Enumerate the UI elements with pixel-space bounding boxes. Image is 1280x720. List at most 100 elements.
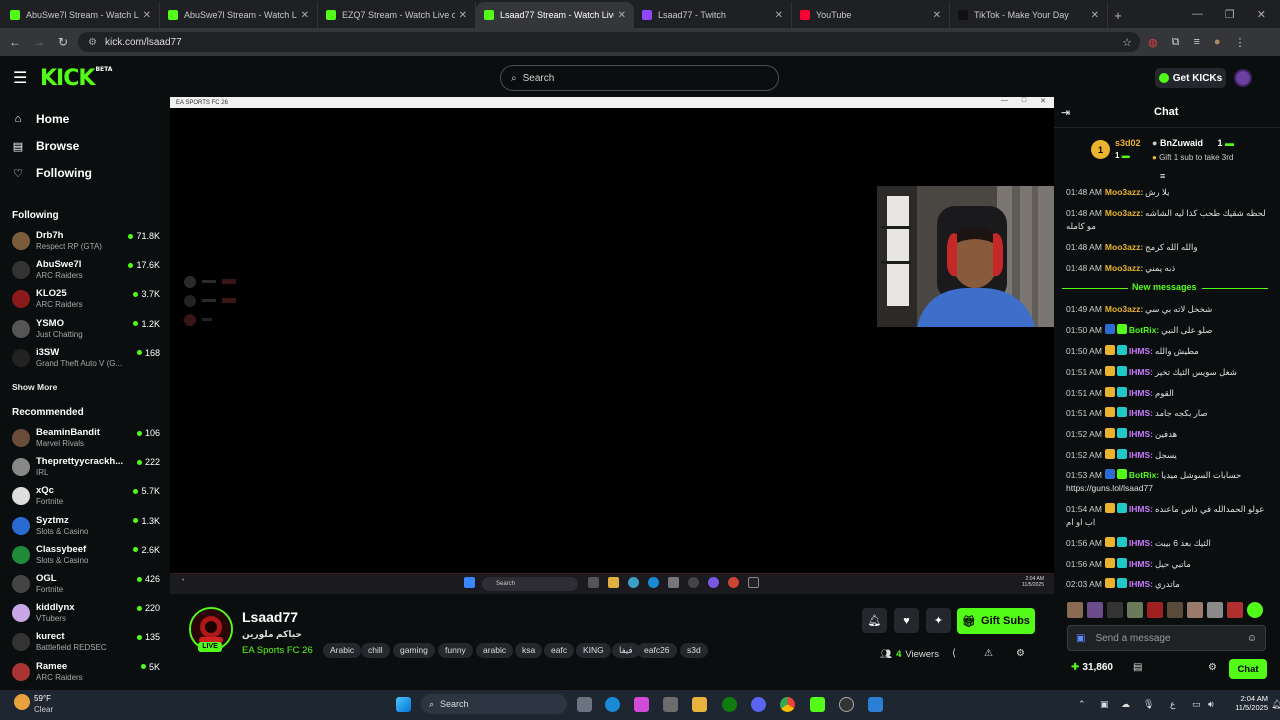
store-icon[interactable] [663, 697, 678, 712]
report-flag-icon[interactable]: ⚠ [984, 648, 993, 659]
minimize-icon[interactable]: — [1192, 8, 1203, 20]
chat-message[interactable]: 02:03 AM IHMS: ماتدري [1066, 578, 1272, 591]
sidebar-channel[interactable]: i3SW Grand Theft Auto V (G... 168 [12, 345, 160, 373]
kick-app-icon[interactable] [810, 697, 825, 712]
kicks-balance[interactable]: ✚ 31,860 [1071, 662, 1113, 673]
emote[interactable] [1227, 602, 1243, 618]
chat-message[interactable]: 01:51 AM IHMS: القوم [1066, 387, 1272, 400]
emote[interactable] [1247, 602, 1263, 618]
emoji-picker-icon[interactable]: ☺ [1247, 633, 1257, 644]
chat-username[interactable]: IHMS: [1129, 388, 1153, 398]
sidebar-channel[interactable]: Ramee ARC Raiders 5K [12, 659, 160, 687]
chrome-icon[interactable] [780, 697, 795, 712]
bookmark-star-icon[interactable]: ☆ [1122, 36, 1132, 49]
emote[interactable] [1087, 602, 1103, 618]
back-icon[interactable]: ← [3, 35, 27, 49]
new-messages-divider[interactable]: New messages [1062, 282, 1268, 294]
sidebar-channel[interactable]: Classybeef Slots & Casino 2.6K [12, 542, 160, 570]
volume-icon[interactable]: 🔊︎ [1208, 699, 1214, 710]
sidebar-channel[interactable]: YSMO Just Chatting 1.2K [12, 316, 160, 344]
chat-username[interactable]: Moo3azz: [1105, 242, 1143, 252]
sidebar-channel[interactable]: kurect Battlefield REDSEC 135 [12, 629, 160, 657]
stream-tag[interactable]: eafc26 [637, 643, 677, 658]
chat-message[interactable]: 01:48 AM Moo3azz: ذبه يمني [1066, 262, 1272, 275]
chat-message[interactable]: 01:50 AM IHMS: مطيش والله [1066, 345, 1272, 358]
taskbar-clock[interactable]: 2:04 AM 11/5/2025 [1228, 694, 1268, 712]
chat-username[interactable]: IHMS: [1129, 367, 1153, 377]
chat-username[interactable]: IHMS: [1129, 429, 1153, 439]
browser-tab[interactable]: Lsaad77 Stream - Watch Live o ✕ [476, 2, 634, 28]
emote[interactable] [1207, 602, 1223, 618]
chat-message[interactable]: 01:56 AM IHMS: ماتبي حيل [1066, 558, 1272, 571]
more-options-icon[interactable]: ⚙ [1016, 648, 1025, 659]
sidebar-channel[interactable]: Drb7h Respect RP (GTA) 71.8K [12, 228, 160, 256]
chat-username[interactable]: IHMS: [1129, 346, 1153, 356]
browser-menu-icon[interactable]: ⋮ [1235, 36, 1246, 49]
stream-tag[interactable]: ksa [515, 643, 543, 658]
chat-username[interactable]: IHMS: [1129, 538, 1153, 548]
file-explorer-icon[interactable] [692, 697, 707, 712]
stream-tag[interactable]: arabic [476, 643, 514, 658]
sidebar-channel[interactable]: Syztmz Slots & Casino 1.3K [12, 513, 160, 541]
sidebar-channel[interactable]: xQc Fortnite 5.7K [12, 483, 160, 511]
stream-tag[interactable]: Arabic [323, 643, 362, 658]
chat-username[interactable]: Moo3azz: [1105, 187, 1143, 197]
chat-message[interactable]: 01:56 AM IHMS: الثيك بعد 6 بيبت [1066, 537, 1272, 550]
browser-tab[interactable]: AbuSwe7l Stream - Watch Live ✕ [160, 2, 318, 28]
close-tab-icon[interactable]: ✕ [933, 10, 941, 21]
sidebar-nav-home[interactable]: ⌂ Home [12, 112, 70, 126]
chat-message[interactable]: 01:48 AM Moo3azz: والله الله كرمج [1066, 241, 1272, 254]
profile-avatar-icon[interactable]: ● [1214, 36, 1221, 48]
browser-tab[interactable]: Lsaad77 - Twitch ✕ [634, 2, 792, 28]
video-player[interactable] [170, 97, 1054, 594]
stream-tag[interactable]: funny [438, 643, 473, 658]
xbox-icon[interactable] [722, 697, 737, 712]
chat-username[interactable]: BotRix: [1129, 470, 1159, 480]
chat-message[interactable]: 01:54 AM IHMS: عولو الحمدالله في ذاس ماعند… [1066, 503, 1272, 529]
browser-tab[interactable]: AbuSwe7l Stream - Watch Live ✕ [2, 2, 160, 28]
forward-icon[interactable]: → [27, 35, 51, 49]
close-tab-icon[interactable]: ✕ [618, 10, 626, 21]
close-window-icon[interactable]: ✕ [1257, 8, 1266, 21]
chat-username[interactable]: Moo3azz: [1105, 263, 1143, 273]
kick-logo[interactable]: KICKBETA [40, 66, 112, 91]
chat-username[interactable]: IHMS: [1129, 504, 1153, 514]
chat-username[interactable]: IHMS: [1129, 408, 1153, 418]
chat-message[interactable]: 01:50 AM BotRix: صلو على النبي [1066, 324, 1272, 337]
obs-icon[interactable] [839, 697, 854, 712]
sidebar-channel[interactable]: kiddlynx VTubers 220 [12, 600, 160, 628]
chat-username[interactable]: IHMS: [1129, 559, 1153, 569]
shield-app-icon[interactable] [868, 697, 883, 712]
gift-cta[interactable]: ● Gift 1 sub to take 3rd [1152, 153, 1233, 162]
show-more-button[interactable]: Show More [12, 382, 57, 392]
emote[interactable] [1127, 602, 1143, 618]
taskbar-search[interactable]: ⌕ Search [421, 694, 567, 714]
address-bar[interactable]: ⚙ kick.com/lsaad77 ☆ [78, 32, 1140, 52]
get-kicks-button[interactable]: Get KICKs [1155, 68, 1226, 88]
browser-tab[interactable]: TikTok - Make Your Day ✕ [950, 2, 1108, 28]
top-gifter-1[interactable]: s3d02 [1115, 138, 1141, 148]
share-icon[interactable]: ⟨ [952, 648, 956, 659]
chat-username[interactable]: IHMS: [1129, 450, 1153, 460]
tray-app-icon[interactable]: ▣ [1100, 699, 1109, 710]
windows-start-icon[interactable] [396, 697, 411, 712]
onedrive-icon[interactable]: ☁ [1121, 699, 1130, 710]
chat-message[interactable]: 01:48 AM Moo3azz: يلا رش [1066, 186, 1272, 199]
weather-icon[interactable] [14, 694, 30, 710]
stream-tag[interactable]: chill [361, 643, 390, 658]
close-tab-icon[interactable]: ✕ [775, 10, 783, 21]
close-tab-icon[interactable]: ✕ [143, 10, 151, 21]
chat-message[interactable]: 01:48 AM Moo3azz: لحظه شقيك طحب كذا ليه ال… [1066, 207, 1272, 233]
chat-username[interactable]: Moo3azz: [1105, 304, 1143, 314]
chat-message[interactable]: 01:51 AM IHMS: صار بكجه جامد [1066, 407, 1272, 420]
chat-message[interactable]: 01:53 AM BotRix: حسابات السوشل ميديا https… [1066, 469, 1272, 495]
copilot-icon[interactable] [634, 697, 649, 712]
site-info-icon[interactable]: ⚙ [88, 37, 97, 48]
chat-username[interactable]: BotRix: [1129, 325, 1159, 335]
puzzle-icon[interactable]: ⧉ [1172, 36, 1180, 49]
notification-bell-icon[interactable]: 🔔︎ [1271, 699, 1280, 710]
tray-overflow-icon[interactable]: ⌃ [1078, 699, 1086, 710]
chat-user-list-icon[interactable]: ▤ [1133, 662, 1142, 673]
chat-username[interactable]: IHMS: [1129, 579, 1153, 589]
stream-tag[interactable]: s3d [680, 643, 708, 658]
